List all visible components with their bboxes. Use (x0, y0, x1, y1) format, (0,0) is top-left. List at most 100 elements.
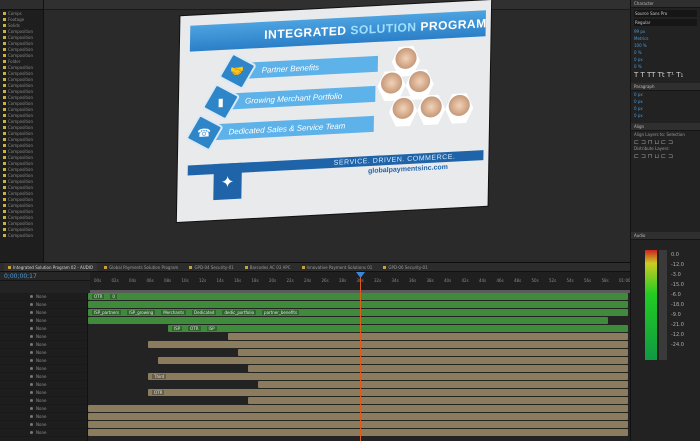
visibility-icon[interactable] (30, 407, 33, 410)
layer-marker[interactable]: OTR (188, 326, 201, 331)
parent-select[interactable]: None (36, 422, 46, 427)
parent-select[interactable]: None (36, 326, 46, 331)
parent-select[interactable]: None (36, 406, 46, 411)
layer-row[interactable]: None (0, 309, 87, 317)
visibility-icon[interactable] (30, 391, 33, 394)
layer-bar[interactable] (148, 341, 628, 348)
project-tab[interactable] (0, 0, 43, 10)
layer-row[interactable]: None (0, 349, 87, 357)
parent-select[interactable]: None (36, 414, 46, 419)
visibility-icon[interactable] (30, 431, 33, 434)
project-item[interactable]: Composition (0, 232, 43, 238)
visibility-icon[interactable] (30, 343, 33, 346)
kerning-field[interactable]: Metrics (631, 35, 700, 42)
layer-row[interactable]: None (0, 365, 87, 373)
layer-marker[interactable]: OTR (152, 390, 165, 395)
layer-row[interactable]: None (0, 301, 87, 309)
playhead-line[interactable] (360, 272, 361, 441)
parent-select[interactable]: None (36, 350, 46, 355)
layer-marker[interactable]: partner_benefits (262, 310, 300, 315)
visibility-icon[interactable] (30, 335, 33, 338)
layer-row[interactable]: None (0, 429, 87, 437)
layer-row[interactable]: None (0, 373, 87, 381)
parent-select[interactable]: None (36, 366, 46, 371)
paragraph-panel-header[interactable]: Paragraph (631, 83, 700, 91)
indent-first-field[interactable]: 0 px (631, 98, 700, 105)
layer-bar[interactable] (88, 405, 628, 412)
layer-row[interactable]: None (0, 341, 87, 349)
audio-panel-header[interactable]: Audio (631, 232, 700, 240)
layer-row[interactable]: None (0, 381, 87, 389)
space-after-field[interactable]: 0 px (631, 112, 700, 119)
layer-bar[interactable] (248, 365, 628, 372)
timeline-tab[interactable]: Barcodes AC 03 APC (241, 263, 295, 271)
timeline-tab[interactable]: GPD-04 Security-01 (185, 263, 237, 271)
layer-bar[interactable] (158, 357, 628, 364)
parent-select[interactable]: None (36, 302, 46, 307)
layer-marker[interactable]: Merchants (161, 310, 187, 315)
layer-row[interactable]: None (0, 317, 87, 325)
visibility-icon[interactable] (30, 415, 33, 418)
visibility-icon[interactable] (30, 399, 33, 402)
layer-bar[interactable] (238, 349, 628, 356)
parent-select[interactable]: None (36, 294, 46, 299)
tsume-field[interactable]: 0 % (631, 49, 700, 56)
layer-marker[interactable]: 0 (110, 294, 117, 299)
layer-bar[interactable] (88, 429, 628, 436)
layer-row[interactable]: None (0, 325, 87, 333)
parent-select[interactable]: None (36, 318, 46, 323)
horizontal-scale-field[interactable]: 0 % (631, 63, 700, 70)
text-style-buttons[interactable]: T T TT Tt T¹ T₁ (631, 70, 700, 79)
layer-row[interactable]: None (0, 413, 87, 421)
layer-bar[interactable]: ISP OTR ISP (168, 325, 628, 332)
visibility-icon[interactable] (30, 295, 33, 298)
timeline-tab[interactable]: Innovative Payment Solutions 01 (298, 263, 377, 271)
parent-select[interactable]: None (36, 374, 46, 379)
timeline-tab[interactable]: GPD-06 Security-01 (379, 263, 431, 271)
layer-marker[interactable]: Third (152, 374, 167, 379)
space-before-field[interactable]: 0 px (631, 105, 700, 112)
parent-select[interactable]: None (36, 390, 46, 395)
layer-bar[interactable] (258, 381, 628, 388)
layer-marker[interactable]: dedic_portfolio (222, 310, 257, 315)
visibility-icon[interactable] (30, 383, 33, 386)
font-family-select[interactable]: Source Sans Pro (634, 10, 697, 17)
layer-bar[interactable] (88, 317, 608, 324)
timeline-panel[interactable]: Integrated Solution Program 02 - AUDIO Gl… (0, 262, 630, 441)
indent-left-field[interactable]: 0 px (631, 91, 700, 98)
layer-marker[interactable]: ISP (206, 326, 217, 331)
layer-bar[interactable]: Third (148, 373, 628, 380)
font-style-select[interactable]: Regular (634, 19, 697, 26)
layer-bar[interactable] (88, 301, 628, 308)
layer-row[interactable]: None (0, 357, 87, 365)
parent-select[interactable]: None (36, 398, 46, 403)
distribute-buttons[interactable]: ⊏ ⊐ ⊓ ⊔ ⊏ ⊐ (631, 152, 700, 160)
align-buttons[interactable]: ⊏ ⊐ ⊓ ⊔ ⊏ ⊐ (631, 138, 700, 146)
layer-marker[interactable]: OTR (92, 294, 105, 299)
baseline-shift-field[interactable]: 0 px (631, 56, 700, 63)
visibility-icon[interactable] (30, 327, 33, 330)
visibility-icon[interactable] (30, 351, 33, 354)
parent-select[interactable]: None (36, 382, 46, 387)
layer-bar[interactable] (248, 397, 628, 404)
layer-marker[interactable]: ISP (172, 326, 183, 331)
composition-viewer[interactable]: INTEGRATED SOLUTION PROGRAM Partner Bene… (44, 0, 630, 262)
layer-bar[interactable]: OTR 0 (88, 293, 628, 300)
parent-select[interactable]: None (36, 358, 46, 363)
visibility-icon[interactable] (30, 303, 33, 306)
timeline-tab[interactable]: Global Payments Solution Program (100, 263, 182, 271)
visibility-icon[interactable] (30, 423, 33, 426)
visibility-icon[interactable] (30, 367, 33, 370)
timeline-tab[interactable]: Integrated Solution Program 02 - AUDIO (4, 263, 98, 271)
visibility-icon[interactable] (30, 311, 33, 314)
layer-bar[interactable] (88, 413, 628, 420)
layer-row[interactable]: None (0, 421, 87, 429)
align-to-select[interactable]: Selection (666, 132, 684, 137)
layer-row[interactable]: None (0, 389, 87, 397)
layer-row[interactable]: None (0, 333, 87, 341)
layer-bar[interactable]: ISP_partners ISP_growing Merchants Dedicate… (88, 309, 628, 316)
visibility-icon[interactable] (30, 319, 33, 322)
parent-select[interactable]: None (36, 334, 46, 339)
layer-marker[interactable]: ISP_partners (92, 310, 122, 315)
visibility-icon[interactable] (30, 375, 33, 378)
